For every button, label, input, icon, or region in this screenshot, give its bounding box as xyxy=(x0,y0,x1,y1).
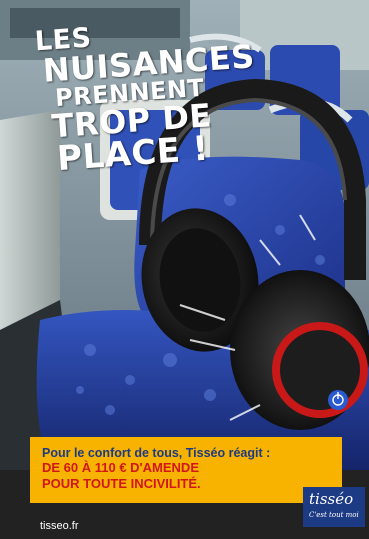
fine-banner: Pour le confort de tous, Tisséo réagit :… xyxy=(30,437,342,503)
website-url: tisseo.fr xyxy=(40,520,79,532)
headline-line-5: PLACE ! xyxy=(55,128,211,180)
footer: tisseo.fr xyxy=(0,512,369,539)
advertisement-poster: LES NUISANCES PRENNENT TROP DE PLACE ! P… xyxy=(0,0,369,539)
headline: LES NUISANCES PRENNENT TROP DE PLACE ! xyxy=(34,16,256,180)
fine-scope: POUR TOUTE INCIVILITÉ. xyxy=(42,475,201,491)
banner-lead: Pour le confort de tous, Tisséo réagit : xyxy=(42,446,271,460)
fine-amount: DE 60 À 110 € D'AMENDE xyxy=(42,460,199,476)
logo-brand: tisséo xyxy=(309,490,354,508)
